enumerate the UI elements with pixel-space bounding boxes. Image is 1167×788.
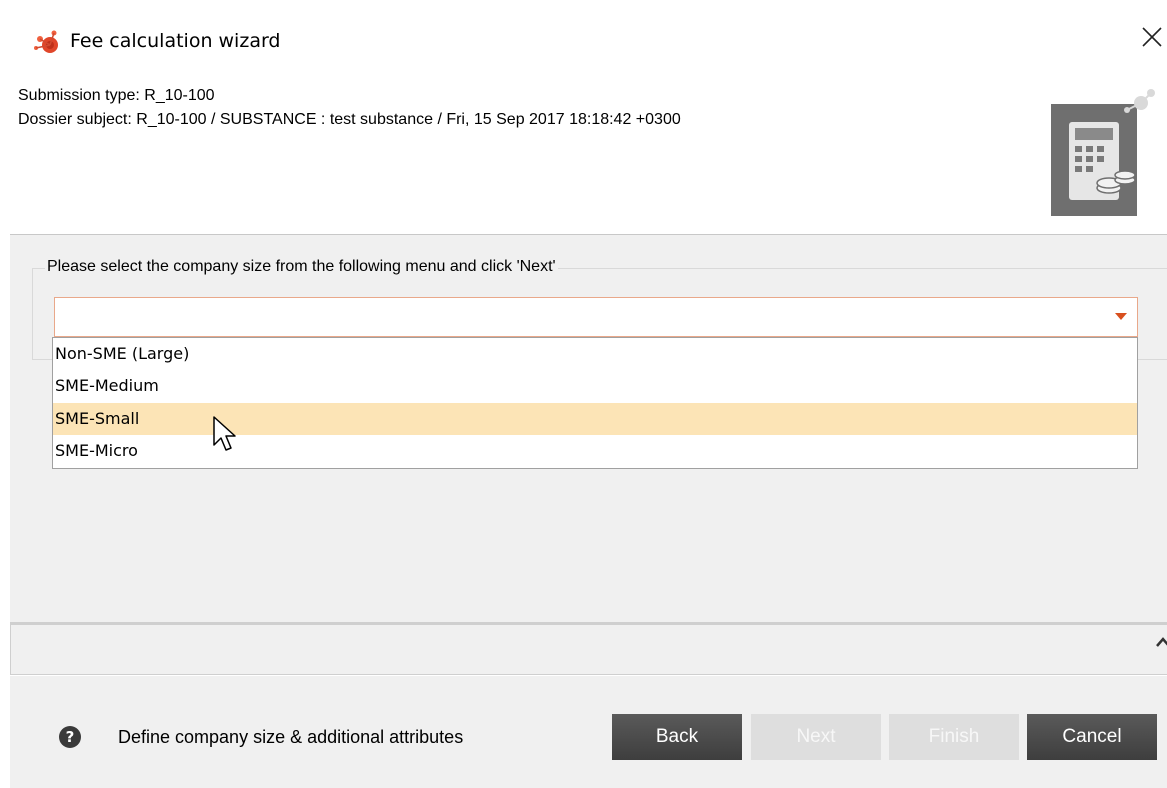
submission-info: Submission type: R_10-100 Dossier subjec… [18,84,681,132]
step-description: Define company size & additional attribu… [118,727,464,747]
chevron-up-icon[interactable] [1155,635,1167,649]
wizard-logo-icon [34,30,58,53]
company-size-select[interactable] [54,297,1138,337]
chevron-down-icon[interactable] [1115,313,1127,320]
option-non-sme-large[interactable]: Non-SME (Large) [53,338,1137,370]
submission-type: Submission type: R_10-100 [18,87,215,104]
company-size-legend: Please select the company size from the … [45,258,558,276]
next-button[interactable]: Next [751,714,881,760]
window-title: Fee calculation wizard [70,30,281,52]
back-button[interactable]: Back [612,714,742,760]
calculator-icon [1051,89,1155,216]
close-icon[interactable] [1139,24,1165,50]
details-collapse-bar[interactable] [10,625,1167,675]
mouse-pointer-icon [213,416,236,451]
wizard-footer: ? Define company size & additional attri… [10,676,1167,788]
help-icon[interactable]: ? [59,726,81,748]
title-bar: Fee calculation wizard [10,0,1167,80]
cancel-button[interactable]: Cancel [1027,714,1157,760]
wizard-content: Please select the company size from the … [10,235,1167,622]
dossier-subject: Dossier subject: R_10-100 / SUBSTANCE : … [18,111,681,128]
fee-calculation-wizard-window: Fee calculation wizard Submission type: … [10,0,1167,788]
option-sme-medium[interactable]: SME-Medium [53,370,1137,402]
finish-button[interactable]: Finish [889,714,1019,760]
